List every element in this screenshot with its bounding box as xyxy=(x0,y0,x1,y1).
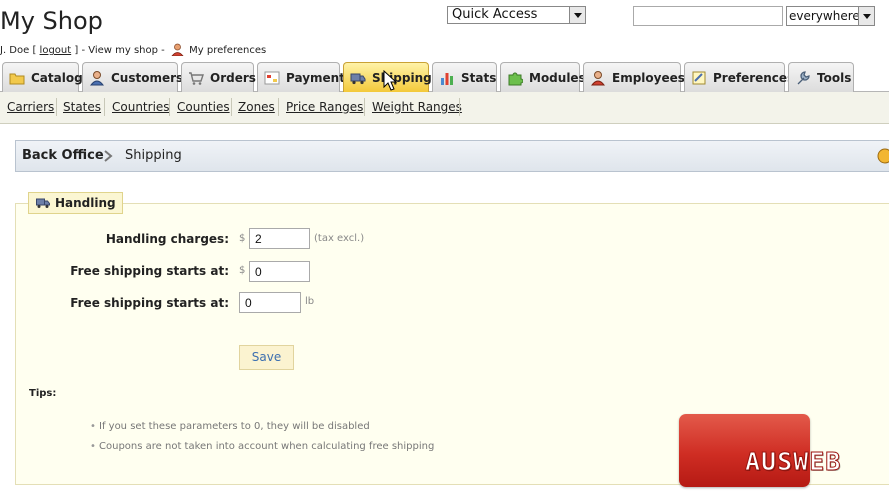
tips-list: If you set these parameters to 0, they w… xyxy=(90,421,434,461)
subnav-divider xyxy=(364,98,365,116)
subnav-divider xyxy=(56,98,57,116)
subnav-counties[interactable]: Counties xyxy=(177,100,230,114)
puzzle-icon xyxy=(508,72,523,85)
view-shop-link[interactable]: ] - View my shop - xyxy=(74,45,164,56)
chevron-down-icon[interactable] xyxy=(858,7,874,25)
mouse-cursor-icon xyxy=(383,70,397,91)
tab-modules[interactable]: Modules xyxy=(500,62,586,92)
tab-tools[interactable]: Tools xyxy=(788,62,854,92)
free-shipping-price-label: Free shipping starts at: xyxy=(70,264,229,278)
subnav-countries[interactable]: Countries xyxy=(112,100,170,114)
chevron-right-icon xyxy=(104,150,113,162)
tip-item: Coupons are not taken into account when … xyxy=(90,441,434,461)
folder-icon xyxy=(9,73,25,84)
payment-icon xyxy=(264,71,280,84)
bar-chart-icon xyxy=(441,72,453,85)
tab-catalog[interactable]: Catalog xyxy=(2,62,83,92)
tax-excl-note: (tax excl.) xyxy=(314,233,365,244)
shipping-subnav: Carriers States Countries Counties Zones… xyxy=(0,92,889,124)
tab-stats[interactable]: Stats xyxy=(432,62,497,92)
handling-charges-label: Handling charges: xyxy=(105,232,229,246)
logout-link[interactable]: logout xyxy=(40,45,72,56)
user-icon xyxy=(171,43,184,56)
wrench-icon xyxy=(797,70,810,84)
cart-icon xyxy=(189,71,204,85)
tab-customers[interactable]: Customers xyxy=(82,62,183,92)
save-button[interactable]: Save xyxy=(239,345,294,370)
currency-symbol: $ xyxy=(239,265,246,276)
breadcrumb-current: Shipping xyxy=(125,148,182,163)
free-shipping-price-input[interactable] xyxy=(249,261,310,282)
chevron-down-icon[interactable] xyxy=(569,7,585,23)
currency-symbol: $ xyxy=(239,233,246,244)
subnav-zones[interactable]: Zones xyxy=(238,100,275,114)
user-icon xyxy=(89,70,105,85)
subnav-states[interactable]: States xyxy=(63,100,101,114)
handling-legend: Handling xyxy=(28,192,123,214)
main-tabs: Catalog Customers Orders Payment Shippin… xyxy=(0,62,889,92)
weight-unit: lb xyxy=(305,296,315,307)
subnav-weight-ranges[interactable]: Weight Ranges xyxy=(372,100,462,114)
shop-title: My Shop xyxy=(0,7,103,35)
quick-access-select[interactable]: Quick Access xyxy=(447,6,586,24)
subnav-divider xyxy=(104,98,105,116)
tip-item: If you set these parameters to 0, they w… xyxy=(90,421,434,441)
quick-access-value: Quick Access xyxy=(452,7,538,22)
breadcrumb-back-office[interactable]: Back Office xyxy=(22,148,104,163)
handling-charges-input[interactable] xyxy=(249,228,310,249)
watermark-logo: AUSWEB xyxy=(744,447,842,477)
page: My Shop J. Doe [ logout ] - View my shop… xyxy=(0,0,889,500)
free-shipping-weight-label: Free shipping starts at: xyxy=(70,296,229,310)
user-bar: J. Doe [ logout ] - View my shop - My pr… xyxy=(0,43,266,56)
search-input[interactable] xyxy=(633,6,783,26)
subnav-carriers[interactable]: Carriers xyxy=(7,100,54,114)
search-scope-select[interactable]: everywhere xyxy=(786,6,875,26)
breadcrumb: Back Office Shipping xyxy=(15,140,889,172)
truck-icon xyxy=(350,73,366,84)
my-preferences-link[interactable]: My preferences xyxy=(189,45,266,56)
user-name: J. Doe [ xyxy=(0,45,37,56)
subnav-price-ranges[interactable]: Price Ranges xyxy=(286,100,363,114)
search-scope-value: everywhere xyxy=(789,9,860,23)
tips-title: Tips: xyxy=(29,388,57,399)
help-icon[interactable] xyxy=(877,148,889,164)
subnav-divider xyxy=(459,98,460,116)
employee-icon xyxy=(590,70,606,85)
preferences-icon xyxy=(692,71,706,84)
tab-preferences[interactable]: Preferences xyxy=(684,62,794,92)
tab-employees[interactable]: Employees xyxy=(583,62,685,92)
tab-payment[interactable]: Payment xyxy=(257,62,345,92)
subnav-divider xyxy=(278,98,279,116)
subnav-divider xyxy=(231,98,232,116)
tab-orders[interactable]: Orders xyxy=(181,62,256,92)
free-shipping-weight-input[interactable] xyxy=(239,292,301,313)
subnav-divider xyxy=(169,98,170,116)
truck-icon xyxy=(36,198,50,208)
